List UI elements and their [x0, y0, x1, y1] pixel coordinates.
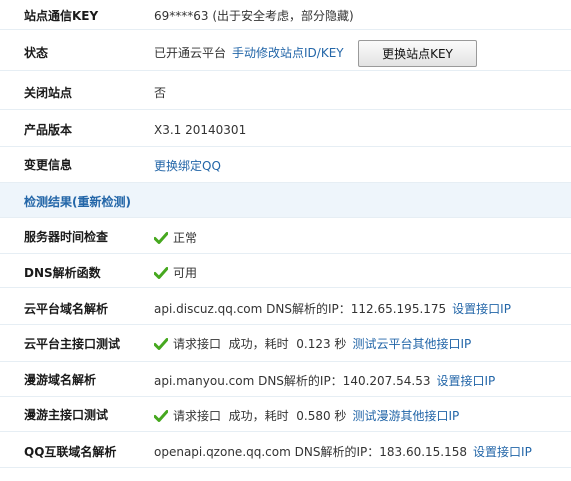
qq-set-api-ip-link[interactable]: 设置接口IP — [473, 443, 532, 460]
change-bound-qq-link[interactable]: 更换绑定QQ — [154, 157, 221, 174]
manyou-api-value: 请求接口 成功，耗时 0.580 秒 — [173, 409, 347, 423]
dns-function-label: DNS解析函数 — [24, 266, 101, 280]
row-product-version: 产品版本 X3.1 20140301 — [0, 110, 571, 147]
server-time-result: 正常 — [154, 229, 197, 246]
change-site-key-button[interactable]: 更换站点KEY — [358, 40, 477, 67]
close-site-value: 否 — [154, 86, 167, 100]
row-qq-connect-domain-resolve: QQ互联域名解析 openapi.qzone.qq.com DNS解析的IP：1… — [0, 432, 571, 468]
dns-function-result: 可用 — [154, 264, 197, 281]
manyou-domain-result: api.manyou.com DNS解析的IP：140.207.54.53 设置… — [154, 372, 495, 389]
row-cloud-api-test: 云平台主接口测试 请求接口 成功，耗时 0.123 秒 测试云平台其他接口IP — [0, 325, 571, 362]
row-server-time-check: 服务器时间检查 正常 — [0, 218, 571, 254]
check-results-title[interactable]: 检测结果(重新检测) — [24, 193, 131, 210]
server-time-label: 服务器时间检查 — [24, 230, 109, 244]
checkmark-icon — [154, 231, 168, 244]
cloud-api-label: 云平台主接口测试 — [24, 337, 121, 351]
test-cloud-other-api-ip-link[interactable]: 测试云平台其他接口IP — [352, 335, 471, 352]
manyou-set-api-ip-link[interactable]: 设置接口IP — [436, 372, 495, 389]
cloud-domain-label: 云平台域名解析 — [24, 302, 109, 316]
qq-domain-label: QQ互联域名解析 — [24, 445, 117, 459]
site-key-label: 站点通信KEY — [24, 9, 99, 23]
product-version-value: X3.1 20140301 — [154, 123, 247, 137]
row-cloud-domain-resolve: 云平台域名解析 api.discuz.qq.com DNS解析的IP：112.6… — [0, 288, 571, 325]
cloud-domain-result: api.discuz.qq.com DNS解析的IP：112.65.195.17… — [154, 300, 511, 317]
row-site-key: 站点通信KEY 69****63 (出于安全考虑，部分隐藏) — [0, 0, 571, 30]
checkmark-icon — [154, 337, 168, 350]
test-manyou-other-api-ip-link[interactable]: 测试漫游其他接口IP — [352, 407, 459, 424]
status-value-group: 已开通云平台 手动修改站点ID/KEY — [154, 44, 344, 61]
qq-domain-value: openapi.qzone.qq.com DNS解析的IP：183.60.15.… — [154, 445, 468, 459]
cloud-api-result: 请求接口 成功，耗时 0.123 秒 测试云平台其他接口IP — [154, 335, 471, 352]
row-change-info: 变更信息 更换绑定QQ — [0, 147, 571, 183]
status-label: 状态 — [24, 46, 49, 60]
manyou-api-result: 请求接口 成功，耗时 0.580 秒 测试漫游其他接口IP — [154, 407, 459, 424]
row-manyou-api-test: 漫游主接口测试 请求接口 成功，耗时 0.580 秒 测试漫游其他接口IP — [0, 397, 571, 432]
manyou-domain-value: api.manyou.com DNS解析的IP：140.207.54.53 — [154, 374, 431, 388]
cloud-set-api-ip-link[interactable]: 设置接口IP — [452, 300, 511, 317]
row-close-site: 关闭站点 否 — [0, 71, 571, 110]
site-key-value: 69****63 (出于安全考虑，部分隐藏) — [154, 9, 354, 23]
cloud-platform-settings-panel: 站点通信KEY 69****63 (出于安全考虑，部分隐藏) 状态 已开通云平台… — [0, 0, 571, 481]
change-info-label: 变更信息 — [24, 158, 73, 172]
checkmark-icon — [154, 266, 168, 279]
product-version-label: 产品版本 — [24, 123, 73, 137]
check-results-header: 检测结果(重新检测) — [0, 183, 571, 218]
row-dns-function: DNS解析函数 可用 — [0, 254, 571, 288]
checkmark-icon — [154, 409, 168, 422]
manyou-domain-label: 漫游域名解析 — [24, 373, 97, 387]
qq-domain-result: openapi.qzone.qq.com DNS解析的IP：183.60.15.… — [154, 443, 532, 460]
cloud-domain-value: api.discuz.qq.com DNS解析的IP：112.65.195.17… — [154, 302, 447, 316]
dns-function-value: 可用 — [173, 266, 198, 280]
row-manyou-domain-resolve: 漫游域名解析 api.manyou.com DNS解析的IP：140.207.5… — [0, 362, 571, 397]
server-time-value: 正常 — [173, 231, 198, 245]
edit-site-id-key-link[interactable]: 手动修改站点ID/KEY — [232, 44, 344, 61]
manyou-api-label: 漫游主接口测试 — [24, 408, 109, 422]
cloud-api-value: 请求接口 成功，耗时 0.123 秒 — [173, 337, 347, 351]
status-value: 已开通云平台 — [154, 46, 227, 60]
row-status: 状态 已开通云平台 手动修改站点ID/KEY — [0, 30, 571, 71]
close-site-label: 关闭站点 — [24, 86, 73, 100]
